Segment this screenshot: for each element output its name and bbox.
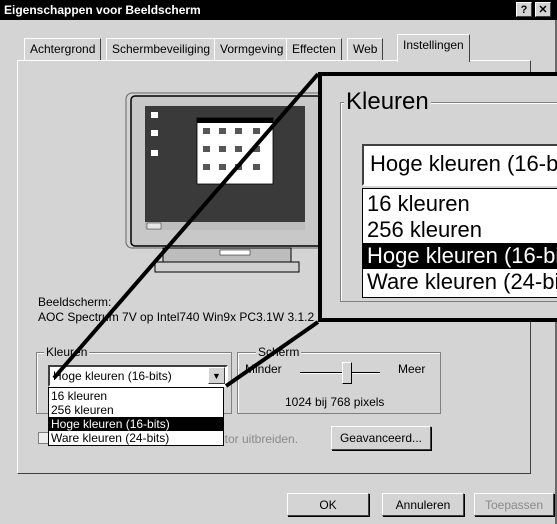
tab-achtergrond[interactable]: Achtergrond: [24, 38, 102, 60]
tab-instellingen[interactable]: Instellingen: [397, 34, 470, 62]
colors-option-256[interactable]: 256 kleuren: [49, 403, 223, 417]
min-label: Minder: [245, 362, 282, 376]
advanced-button[interactable]: Geavanceerd...: [331, 426, 431, 450]
tab-schermbeveiliging[interactable]: Schermbeveiliging: [106, 38, 217, 60]
display-value: AOC Spectrum 7V op Intel740 Win9x PC3.1W…: [38, 310, 315, 324]
colors-legend: Kleuren: [44, 345, 90, 359]
resolution-slider-track[interactable]: [300, 372, 380, 374]
magnified-option-24bit: Ware kleuren (24-bits): [367, 269, 557, 294]
resolution-slider-thumb[interactable]: [342, 362, 352, 384]
tab-web[interactable]: Web: [347, 38, 384, 60]
extend-checkbox-label: itor uitbreiden.: [222, 432, 299, 446]
magnified-option-16bit: Hoge kleuren (16-bits): [363, 243, 557, 269]
magnified-inset: Kleuren Hoge kleuren (16-bits) 16 kleure…: [318, 72, 557, 322]
colors-combobox[interactable]: Hoge kleuren (16-bits): [48, 365, 228, 387]
colors-option-16[interactable]: 16 kleuren: [49, 389, 223, 403]
cancel-button[interactable]: Annuleren: [382, 493, 464, 516]
colors-combobox-value: Hoge kleuren (16-bits): [53, 369, 172, 383]
max-label: Meer: [398, 362, 426, 376]
close-button[interactable]: ✕: [535, 2, 551, 17]
monitor-preview-icon: [125, 92, 328, 273]
magnified-colors-combobox: Hoge kleuren (16-bits): [362, 144, 557, 186]
magnified-colors-legend: Kleuren: [344, 88, 431, 116]
display-label: Beeldscherm:: [38, 295, 112, 309]
magnified-dropdown-list: 16 kleuren 256 kleuren Hoge kleuren (16-…: [362, 188, 557, 298]
title-bar: Eigenschappen voor Beeldscherm: [0, 0, 557, 20]
colors-option-24bit[interactable]: Ware kleuren (24-bits): [49, 431, 223, 445]
tab-effecten[interactable]: Effecten: [286, 38, 342, 60]
colors-dropdown-list: 16 kleuren 256 kleuren Hoge kleuren (16-…: [48, 387, 224, 446]
tab-vormgeving[interactable]: Vormgeving: [214, 38, 290, 60]
resolution-value: 1024 bij 768 pixels: [285, 395, 385, 409]
magnified-option-256: 256 kleuren: [367, 217, 482, 242]
window-title: Eigenschappen voor Beeldscherm: [4, 3, 201, 17]
screen-area-legend: Scherm: [256, 345, 302, 359]
chevron-down-icon[interactable]: ▼: [208, 367, 225, 384]
apply-button[interactable]: Toepassen: [474, 493, 554, 516]
magnified-option-16: 16 kleuren: [367, 191, 470, 216]
help-button[interactable]: ?: [516, 2, 532, 17]
colors-option-16bit[interactable]: Hoge kleuren (16-bits): [49, 417, 223, 431]
ok-button[interactable]: OK: [287, 493, 369, 516]
